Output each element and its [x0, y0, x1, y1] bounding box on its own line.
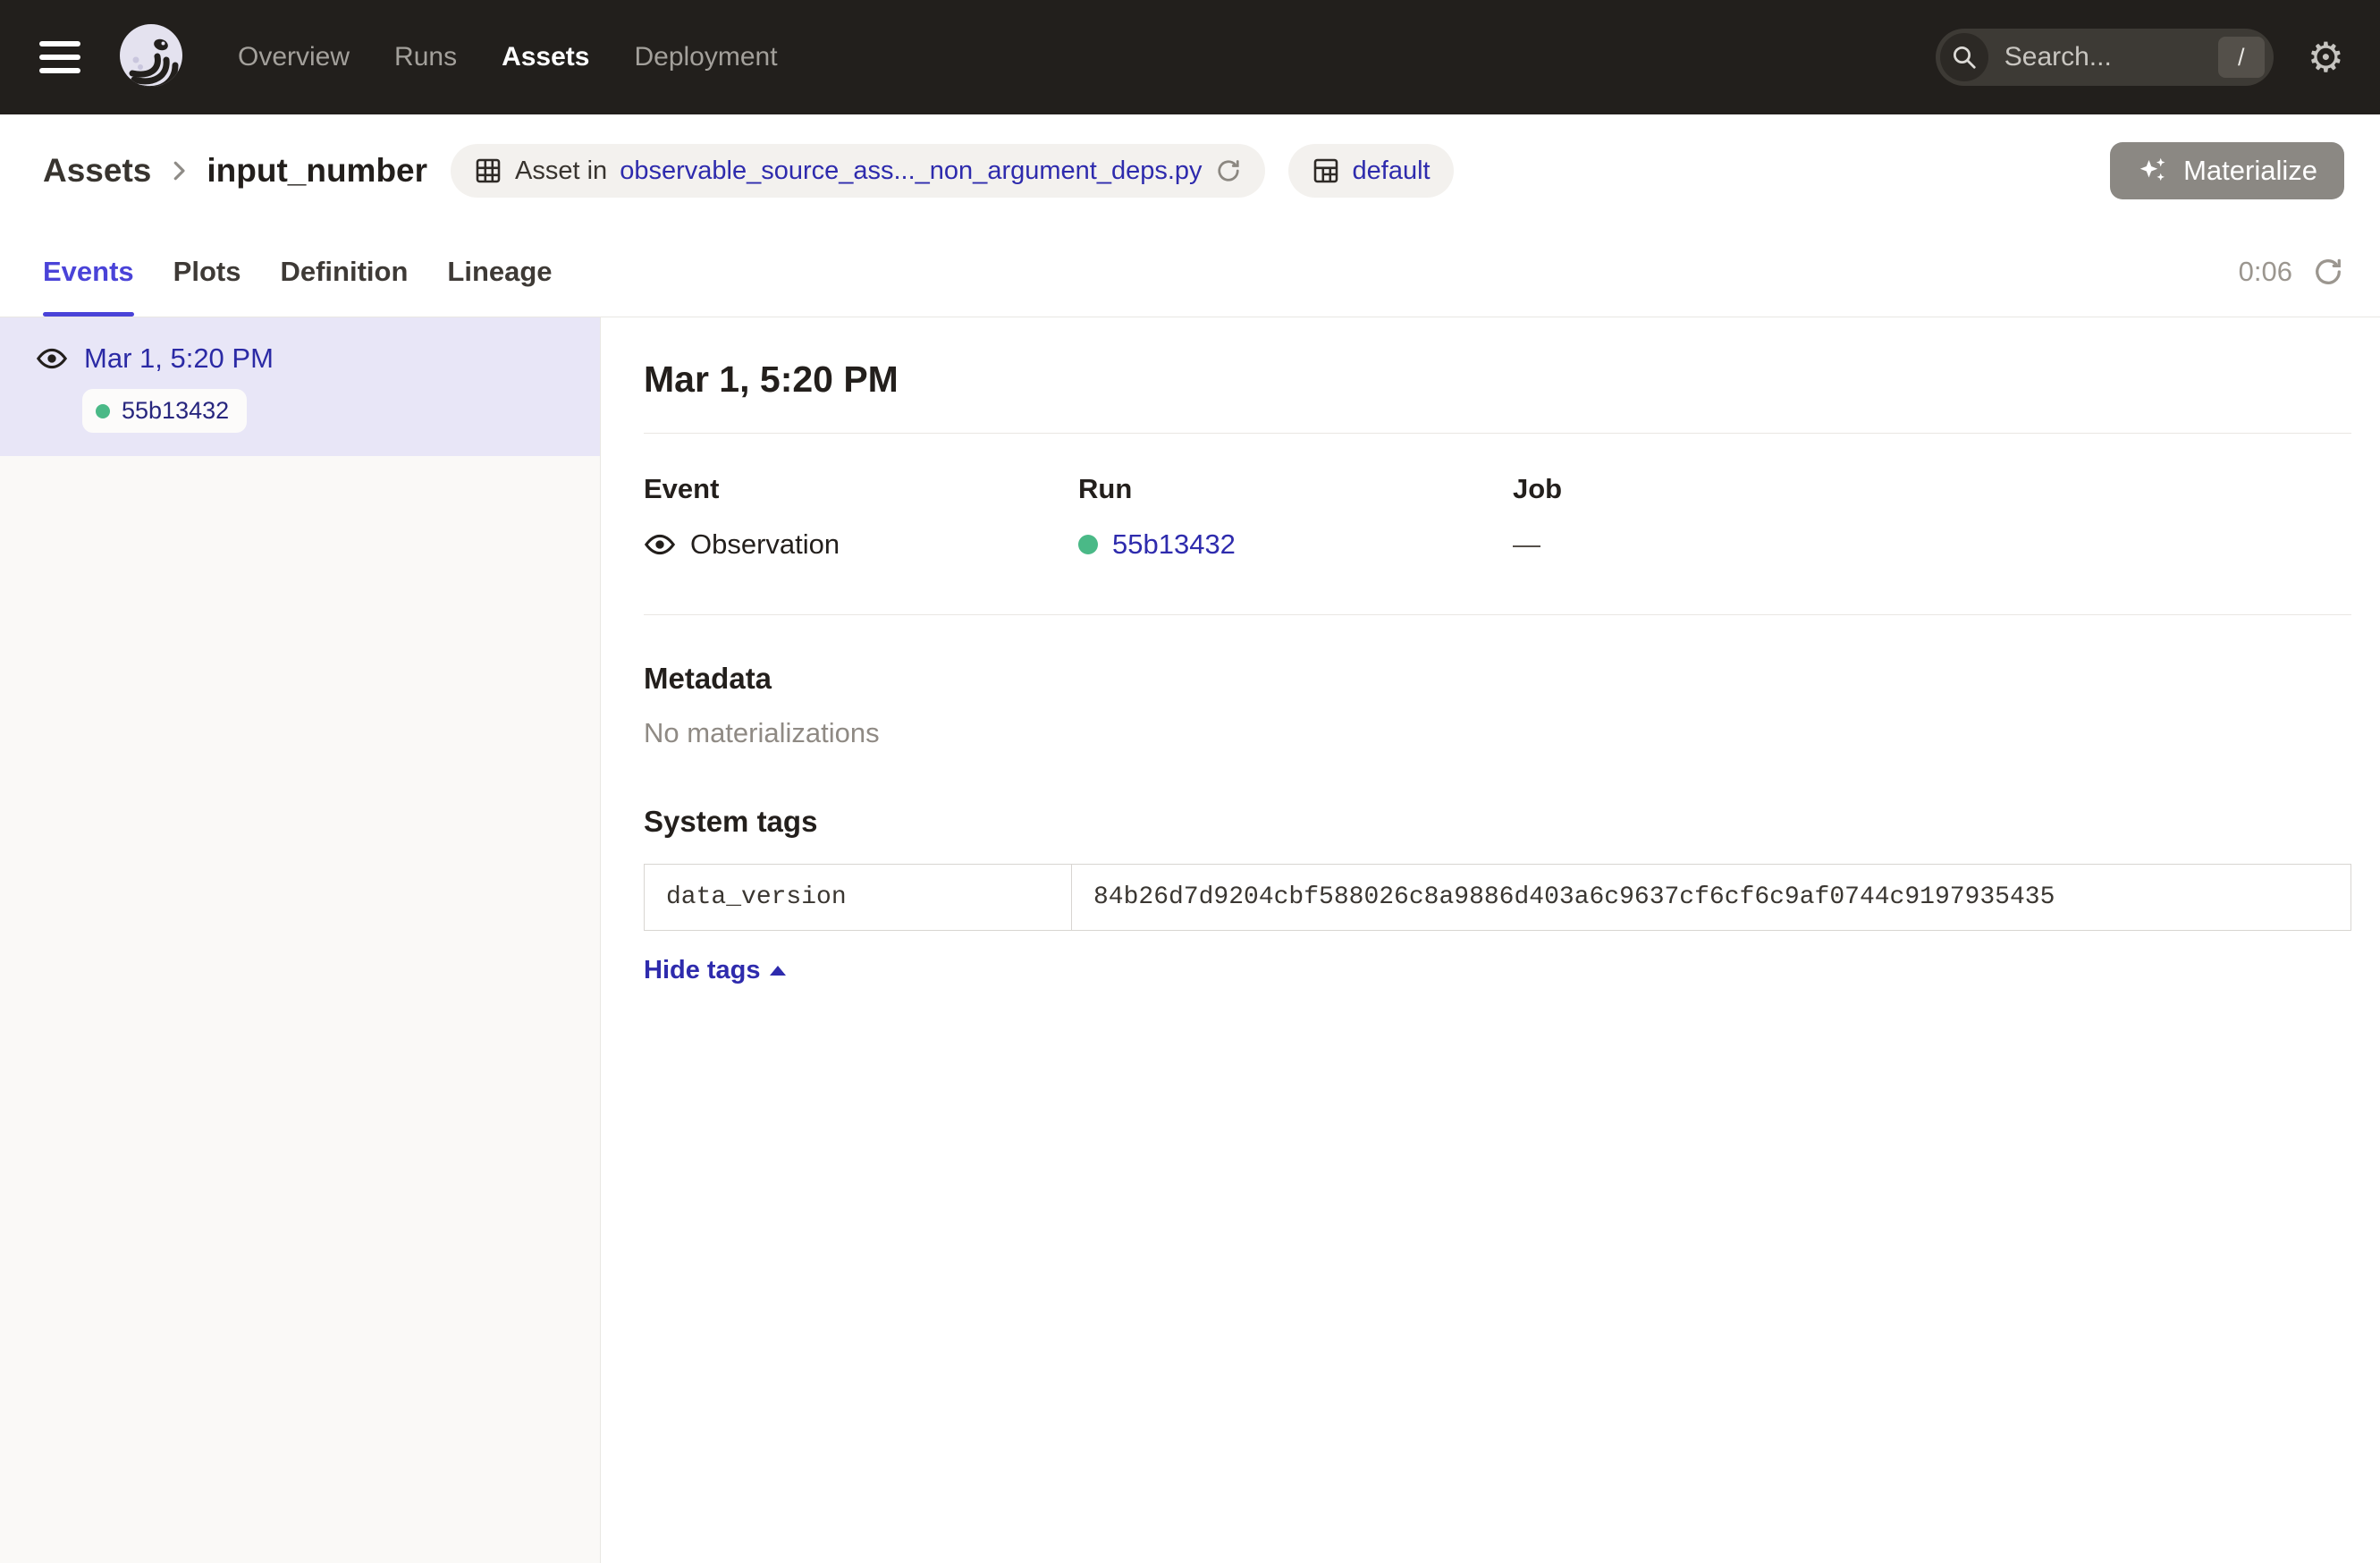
top-navigation: Overview Runs Assets Deployment / ⚙	[0, 0, 2380, 114]
page-title: input_number	[207, 152, 427, 190]
tab-definition[interactable]: Definition	[280, 227, 408, 317]
repo-default-link[interactable]: default	[1353, 156, 1431, 186]
hide-tags-toggle[interactable]: Hide tags	[644, 956, 786, 985]
event-item-header: Mar 1, 5:20 PM	[36, 342, 600, 375]
table-grid-icon	[474, 156, 502, 185]
chevron-right-icon	[165, 157, 192, 184]
table-row: data_version 84b26d7d9204cbf588026c8a988…	[645, 865, 2351, 931]
tab-lineage[interactable]: Lineage	[447, 227, 552, 317]
caret-up-icon	[770, 966, 786, 976]
refresh-controls: 0:06	[2239, 227, 2344, 317]
page-header: Assets input_number Asset in observable_…	[0, 114, 2380, 227]
event-detail-panel: Mar 1, 5:20 PM Event Observation Run 55b…	[601, 317, 2380, 1563]
hamburger-bar	[39, 41, 80, 46]
metadata-heading: Metadata	[644, 662, 2351, 696]
nav-item-deployment[interactable]: Deployment	[634, 42, 777, 72]
hamburger-bar	[39, 55, 80, 60]
event-column: Event Observation	[644, 473, 1078, 561]
event-title: Mar 1, 5:20 PM	[644, 359, 2351, 401]
materialize-label: Materialize	[2183, 155, 2317, 187]
green-status-dot	[96, 404, 110, 418]
refresh-icon[interactable]	[2312, 256, 2344, 288]
breadcrumb: Assets input_number	[43, 152, 427, 190]
system-tags-table: data_version 84b26d7d9204cbf588026c8a988…	[644, 864, 2351, 931]
divider	[644, 614, 2351, 615]
run-id-link[interactable]: 55b13432	[1112, 528, 1236, 561]
hide-tags-label: Hide tags	[644, 956, 761, 985]
tab-plots[interactable]: Plots	[173, 227, 241, 317]
run-column: Run 55b13432	[1078, 473, 1513, 561]
gear-icon[interactable]: ⚙	[2308, 37, 2344, 78]
search-icon	[1940, 33, 1988, 81]
tag-key-cell: data_version	[645, 865, 1072, 931]
metadata-empty-text: No materializations	[644, 717, 2351, 749]
divider	[644, 433, 2351, 434]
eye-icon	[644, 528, 676, 561]
run-column-label: Run	[1078, 473, 1513, 505]
job-column: Job —	[1513, 473, 2351, 561]
dagster-logo[interactable]	[116, 22, 186, 92]
refresh-timer: 0:06	[2239, 256, 2292, 288]
hamburger-menu-icon[interactable]	[39, 38, 86, 76]
slash-key-badge: /	[2218, 37, 2265, 78]
hamburger-bar	[39, 68, 80, 73]
content-area: Mar 1, 5:20 PM 55b13432 Mar 1, 5:20 PM E…	[0, 317, 2380, 1563]
global-search[interactable]: /	[1936, 29, 2274, 86]
asset-tabs: Events Plots Definition Lineage	[43, 227, 553, 317]
search-input[interactable]	[2003, 41, 2218, 73]
event-timestamp-link[interactable]: Mar 1, 5:20 PM	[84, 342, 274, 375]
eye-icon	[36, 342, 68, 375]
job-column-label: Job	[1513, 473, 2351, 505]
repo-grid-icon	[1312, 156, 1340, 185]
asset-location-chip: Asset in observable_source_ass..._non_ar…	[451, 144, 1265, 198]
system-tags-heading: System tags	[644, 805, 2351, 839]
primary-nav: Overview Runs Assets Deployment	[238, 42, 778, 72]
nav-item-assets[interactable]: Assets	[502, 42, 589, 72]
job-empty-value: —	[1513, 528, 1540, 561]
run-id-label: 55b13432	[122, 397, 229, 425]
breadcrumb-assets-link[interactable]: Assets	[43, 152, 151, 190]
run-chip[interactable]: 55b13432	[82, 389, 247, 433]
repo-chip: default	[1288, 144, 1454, 198]
refresh-icon[interactable]	[1215, 157, 1242, 184]
asset-chip-prefix: Asset in	[515, 156, 607, 186]
nav-item-overview[interactable]: Overview	[238, 42, 350, 72]
tab-events[interactable]: Events	[43, 227, 134, 317]
event-column-label: Event	[644, 473, 1078, 505]
green-status-dot	[1078, 535, 1098, 554]
tabs-row: Events Plots Definition Lineage 0:06	[0, 227, 2380, 317]
event-list-sidebar: Mar 1, 5:20 PM 55b13432	[0, 317, 601, 1563]
materialize-button[interactable]: Materialize	[2110, 142, 2344, 199]
sparkles-icon	[2137, 155, 2169, 187]
tag-value-cell: 84b26d7d9204cbf588026c8a9886d403a6c9637c…	[1072, 865, 2351, 931]
event-list-item[interactable]: Mar 1, 5:20 PM 55b13432	[0, 317, 600, 456]
event-type-value: Observation	[690, 528, 840, 561]
nav-item-runs[interactable]: Runs	[394, 42, 457, 72]
code-location-link[interactable]: observable_source_ass..._non_argument_de…	[620, 156, 1202, 186]
event-summary-grid: Event Observation Run 55b13432 Job	[644, 473, 2351, 561]
